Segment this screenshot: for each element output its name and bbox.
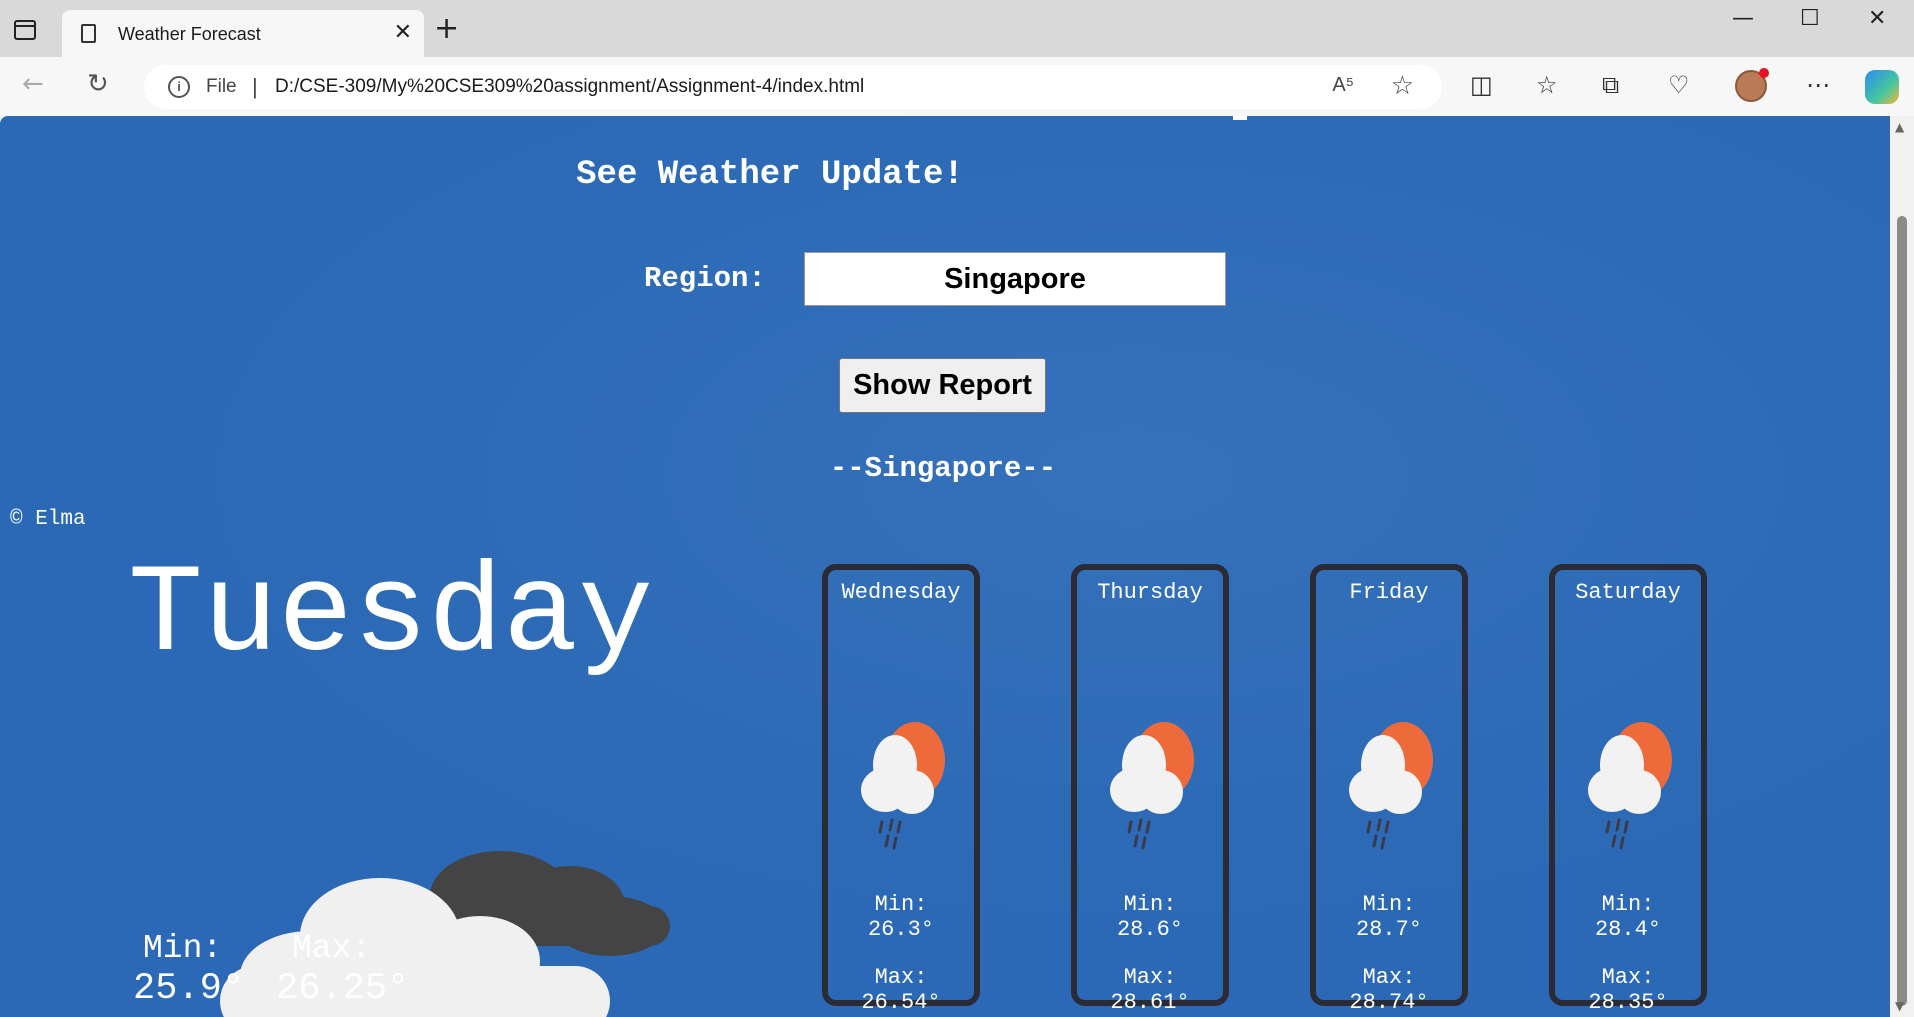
forecast-max-label: Max:	[1123, 965, 1177, 990]
forecast-max-value: 28.35°	[1588, 990, 1668, 1015]
forecast-max-label: Max:	[1362, 965, 1416, 990]
tab-title: Weather Forecast	[118, 24, 261, 44]
forecast-min-label: Min:	[1123, 892, 1177, 917]
scrollbar-thumb[interactable]	[1897, 216, 1907, 1006]
today-day: Tuesday	[128, 545, 654, 687]
forecast-max-label: Max:	[874, 965, 928, 990]
clipped-text-fragment	[1233, 116, 1247, 120]
page-icon	[81, 24, 96, 43]
forecast-min-value: 28.6°	[1116, 917, 1183, 942]
today-max-value: 26.25°	[276, 968, 410, 1010]
rain-sun-icon	[861, 722, 945, 850]
region-label: Region:	[644, 262, 766, 295]
profile-avatar[interactable]	[1735, 68, 1769, 102]
collections-icon[interactable]: ⧉	[1602, 71, 1619, 99]
sidebar-icon[interactable]	[14, 20, 36, 40]
browser-tab-strip: Weather Forecast ✕ + — ☐ ✕	[0, 0, 1914, 57]
address-bar[interactable]: i File | D:/CSE-309/My%20CSE309%20assign…	[144, 65, 1442, 109]
copyright-text: © Elma	[10, 508, 86, 531]
forecast-day: Thursday	[1097, 580, 1203, 605]
forecast-card: Wednesday Min: 26.3° Max: 26.54°	[822, 564, 980, 1015]
favorites-icon[interactable]: ☆	[1536, 71, 1558, 99]
forecast-min-label: Min:	[874, 892, 928, 917]
maximize-button[interactable]: ☐	[1800, 6, 1820, 31]
today-min-label: Min:	[143, 930, 223, 967]
refresh-icon[interactable]: ↻	[87, 69, 109, 99]
browser-essentials-icon[interactable]: ♡	[1668, 71, 1690, 99]
close-tab-icon[interactable]: ✕	[394, 20, 412, 45]
address-toolbar: ← ↻ i File | D:/CSE-309/My%20CSE309%20as…	[0, 57, 1914, 116]
today-max-label: Max:	[292, 930, 372, 967]
forecast-max-value: 28.74°	[1349, 990, 1429, 1015]
minimize-button[interactable]: —	[1732, 6, 1754, 31]
page-viewport: See Weather Update! Region: Show Report …	[0, 116, 1890, 1017]
rain-sun-icon	[1110, 722, 1194, 850]
info-icon[interactable]: i	[168, 76, 190, 98]
scroll-down-icon[interactable]: ▼	[1895, 999, 1904, 1013]
forecast-min-label: Min:	[1362, 892, 1416, 917]
forecast-card: Thursday Min: 28.6° Max: 28.61°	[1071, 564, 1229, 1015]
forecast-day: Saturday	[1575, 580, 1681, 605]
url-separator: |	[252, 74, 258, 99]
forecast-card: Friday Min: 28.7° Max: 28.74°	[1310, 564, 1468, 1015]
rain-sun-icon	[1349, 722, 1433, 850]
scroll-up-icon[interactable]: ▲	[1895, 120, 1904, 134]
read-aloud-icon[interactable]: A⁵	[1332, 74, 1354, 97]
page-scrollbar[interactable]: ▲ ▼	[1890, 116, 1914, 1017]
forecast-min-value: 28.7°	[1355, 917, 1422, 942]
show-report-button[interactable]: Show Report	[839, 358, 1046, 413]
forecast-min-value: 26.3°	[867, 917, 934, 942]
favorite-star-icon[interactable]: ☆	[1391, 71, 1414, 101]
forecast-max-value: 26.54°	[861, 990, 941, 1015]
forecast-max-value: 28.61°	[1110, 990, 1190, 1015]
browser-tab[interactable]: Weather Forecast ✕	[62, 10, 424, 57]
forecast-card: Saturday Min: 28.4° Max: 28.35°	[1549, 564, 1707, 1015]
back-icon[interactable]: ←	[22, 69, 44, 99]
forecast-day: Wednesday	[841, 580, 961, 605]
new-tab-button[interactable]: +	[434, 14, 459, 44]
today-min-value: 25.9°	[133, 968, 245, 1010]
url-text[interactable]: D:/CSE-309/My%20CSE309%20assignment/Assi…	[275, 76, 864, 98]
region-input[interactable]	[804, 252, 1226, 306]
forecast-max-label: Max:	[1601, 965, 1655, 990]
page-heading: See Weather Update!	[576, 156, 964, 194]
url-scheme-label: File	[206, 76, 237, 97]
more-icon[interactable]: ⋯	[1806, 71, 1830, 99]
close-window-button[interactable]: ✕	[1868, 6, 1886, 31]
city-heading: --Singapore--	[829, 452, 1057, 485]
forecast-min-value: 28.4°	[1594, 917, 1661, 942]
forecast-day: Friday	[1349, 580, 1429, 605]
copilot-icon[interactable]	[1865, 70, 1899, 104]
forecast-min-label: Min:	[1601, 892, 1655, 917]
split-screen-icon[interactable]: ◫	[1470, 71, 1493, 99]
rain-sun-icon	[1588, 722, 1672, 850]
